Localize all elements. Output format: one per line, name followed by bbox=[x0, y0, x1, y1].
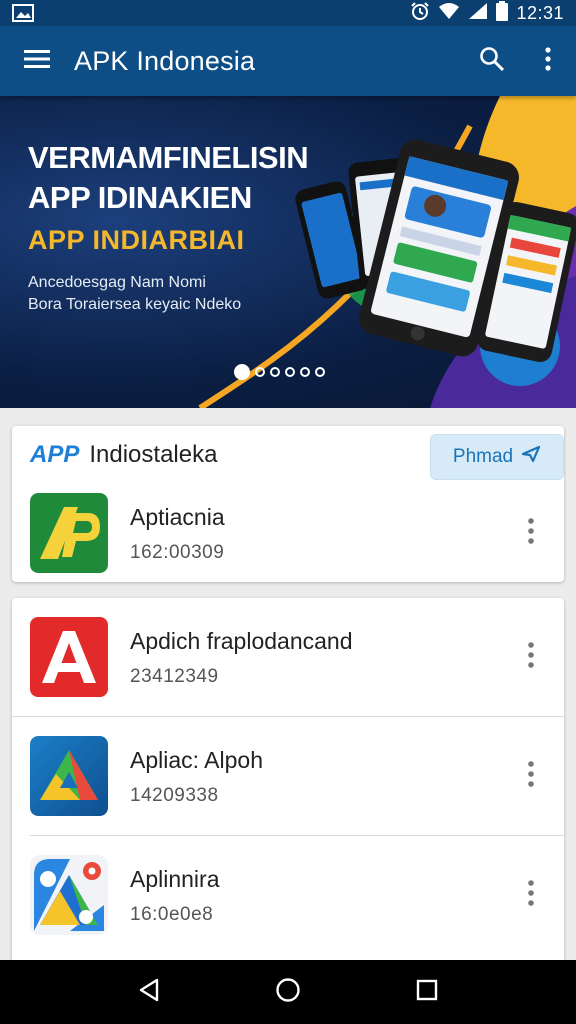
wifi-icon bbox=[438, 2, 460, 25]
list-item[interactable]: Apliac: Alpoh 14209338 bbox=[12, 717, 564, 835]
search-icon bbox=[479, 46, 505, 77]
section-action-label: Phmad bbox=[452, 446, 514, 467]
banner-headline-2: APP IDINAKIEN bbox=[28, 180, 252, 215]
gallery-icon bbox=[12, 4, 34, 22]
recents-button[interactable] bbox=[402, 967, 452, 1017]
banner-subtitle-1: Ancedoesgag Nam Nomi bbox=[28, 274, 206, 291]
app-title: APK Indonesia bbox=[74, 45, 256, 76]
alarm-icon bbox=[410, 1, 430, 26]
green-a-icon bbox=[30, 736, 108, 816]
more-vert-icon bbox=[527, 760, 535, 792]
banner-headline-1: VERMAMFINELISIN bbox=[28, 140, 309, 175]
menu-icon bbox=[24, 49, 50, 74]
home-icon bbox=[275, 977, 301, 1008]
recents-icon bbox=[416, 979, 438, 1006]
more-vert-icon bbox=[544, 46, 552, 76]
search-button[interactable] bbox=[464, 26, 520, 96]
carousel-dot[interactable] bbox=[234, 364, 250, 380]
app-name: Apdich fraplodancand bbox=[130, 628, 353, 654]
more-vert-icon bbox=[527, 641, 535, 673]
app-meta: 162:00309 bbox=[130, 542, 225, 563]
banner-headline-3: APP INDIARBIAI bbox=[28, 225, 245, 255]
back-icon bbox=[138, 978, 160, 1007]
red-a-icon bbox=[30, 617, 108, 697]
promo-banner[interactable]: VERMAMFINELISIN APP IDINAKIEN APP INDIAR… bbox=[0, 96, 576, 408]
signal-icon bbox=[468, 2, 488, 25]
send-icon bbox=[521, 445, 541, 469]
list-item[interactable]: Aptiacnia 162:00309 bbox=[12, 484, 564, 582]
app-name: Apliac: Alpoh bbox=[130, 747, 263, 773]
system-nav-bar bbox=[0, 960, 576, 1024]
carousel-dot[interactable] bbox=[300, 367, 310, 377]
carousel-dot[interactable] bbox=[315, 367, 325, 377]
section-brand: APP bbox=[30, 441, 80, 468]
item-more-button[interactable] bbox=[516, 637, 546, 677]
section-action-button[interactable]: Phmad bbox=[430, 434, 564, 480]
app-bar: APK Indonesia bbox=[0, 26, 576, 96]
item-more-button[interactable] bbox=[516, 513, 546, 553]
status-time: 12:31 bbox=[516, 2, 564, 23]
back-button[interactable] bbox=[124, 967, 174, 1017]
app-name: Aplinnira bbox=[130, 866, 220, 892]
carousel-dot[interactable] bbox=[285, 367, 295, 377]
featured-section: APP Indiostaleka Phmad Aptiacnia 162:003… bbox=[12, 426, 564, 582]
menu-button[interactable] bbox=[0, 26, 74, 96]
app-meta: 16:0e0e8 bbox=[130, 904, 214, 925]
overflow-menu-button[interactable] bbox=[520, 26, 576, 96]
battery-icon bbox=[496, 0, 509, 26]
item-more-button[interactable] bbox=[516, 875, 546, 915]
ap-logo-icon bbox=[30, 493, 108, 573]
maps-a-icon bbox=[30, 855, 108, 935]
app-list: Apdich fraplodancand 23412349 Apliac: Al… bbox=[12, 598, 564, 978]
home-button[interactable] bbox=[263, 967, 313, 1017]
item-more-button[interactable] bbox=[516, 756, 546, 796]
carousel-indicator bbox=[234, 364, 325, 380]
carousel-dot[interactable] bbox=[255, 367, 265, 377]
section-title: Indiostaleka bbox=[89, 441, 218, 468]
banner-subtitle-2: Bora Toraiersea keyaic Ndeko bbox=[28, 296, 242, 313]
status-bar: 12:31 bbox=[0, 0, 576, 26]
more-vert-icon bbox=[527, 879, 535, 911]
list-item[interactable]: Apdich fraplodancand 23412349 bbox=[12, 598, 564, 716]
carousel-dot[interactable] bbox=[270, 367, 280, 377]
app-name: Aptiacnia bbox=[130, 504, 225, 530]
more-vert-icon bbox=[527, 517, 535, 549]
app-meta: 23412349 bbox=[130, 666, 219, 687]
app-meta: 14209338 bbox=[130, 785, 219, 806]
list-item[interactable]: Aplinnira 16:0e0e8 bbox=[12, 836, 564, 954]
